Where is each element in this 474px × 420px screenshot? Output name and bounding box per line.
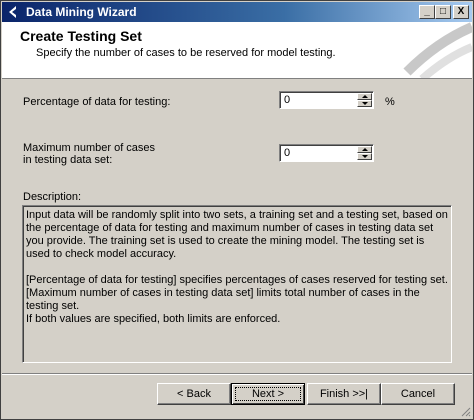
- finish-button[interactable]: Finish >>|: [307, 383, 381, 405]
- maximize-button[interactable]: □: [435, 5, 451, 19]
- percentage-label: Percentage of data for testing:: [23, 96, 171, 108]
- resize-grip-icon[interactable]: [459, 405, 471, 417]
- percent-unit: %: [385, 96, 395, 108]
- header-swoosh-art: [403, 22, 472, 78]
- back-button[interactable]: < Back: [157, 383, 231, 405]
- percentage-input[interactable]: [282, 93, 356, 107]
- page-subtitle: Specify the number of cases to be reserv…: [36, 47, 336, 59]
- description-label: Description:: [23, 191, 82, 203]
- max-cases-input[interactable]: [282, 146, 356, 160]
- page-title: Create Testing Set: [20, 28, 142, 44]
- cancel-button[interactable]: Cancel: [381, 383, 455, 405]
- spin-up-icon[interactable]: [357, 146, 372, 153]
- max-cases-label-line1: Maximum number of cases: [23, 142, 156, 154]
- description-line: If both values are specified, both limit…: [26, 313, 281, 325]
- close-button[interactable]: X: [453, 5, 469, 19]
- percentage-spinner[interactable]: [279, 91, 374, 109]
- spin-up-icon[interactable]: [357, 93, 372, 100]
- max-cases-spinner[interactable]: [279, 144, 374, 162]
- window-title: Data Mining Wizard: [26, 5, 137, 19]
- description-paragraph: Input data will be randomly split into t…: [26, 209, 448, 260]
- wizard-app-icon: [9, 6, 16, 18]
- wizard-header: Create Testing Set Specify the number of…: [2, 22, 472, 79]
- percentage-spin-buttons: [357, 93, 372, 107]
- description-line: [Maximum number of cases in testing data…: [26, 287, 420, 312]
- focus-rect: [235, 387, 301, 401]
- spin-down-icon[interactable]: [357, 100, 372, 107]
- max-cases-spin-buttons: [357, 146, 372, 160]
- minimize-button[interactable]: _: [419, 5, 435, 19]
- next-button[interactable]: Next >: [231, 383, 305, 405]
- spin-down-icon[interactable]: [357, 153, 372, 160]
- description-line: [Percentage of data for testing] specifi…: [26, 274, 448, 286]
- footer-divider: [2, 373, 472, 375]
- wizard-window: Data Mining Wizard _ □ X Create Testing …: [0, 0, 474, 420]
- description-box: Input data will be randomly split into t…: [22, 205, 452, 363]
- title-bar[interactable]: Data Mining Wizard _ □ X: [2, 2, 472, 22]
- max-cases-label-line2: in testing data set:: [23, 154, 113, 166]
